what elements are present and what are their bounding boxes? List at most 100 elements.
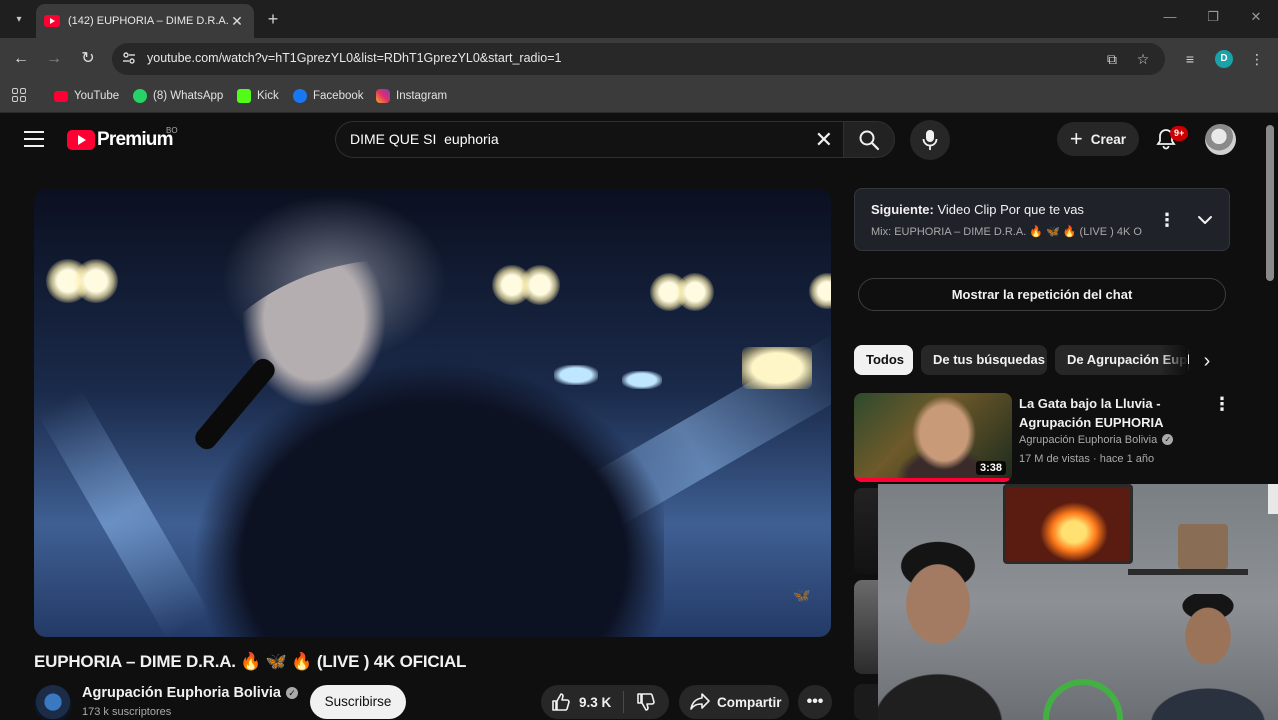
- browser-toolbar: ← → ↻ youtube.com/watch?v=hT1GprezYL0&li…: [0, 38, 1278, 80]
- media-control-icon[interactable]: ≡: [1180, 49, 1200, 69]
- recommendation-thumbnail[interactable]: 3:38: [854, 393, 1012, 482]
- dislike-button[interactable]: [624, 692, 668, 712]
- browser-profile-avatar[interactable]: D: [1215, 50, 1233, 68]
- chevron-right-icon[interactable]: ›: [1196, 350, 1218, 372]
- like-button[interactable]: 9.3 K: [541, 692, 623, 712]
- create-label: Crear: [1090, 131, 1127, 147]
- tab-search-chevron-icon[interactable]: ▾: [8, 8, 30, 30]
- recommendation-title[interactable]: La Gata bajo la Lluvia - Agrupación EUPH…: [1019, 394, 1199, 432]
- share-button[interactable]: Compartir: [679, 685, 789, 719]
- bookmark-kick[interactable]: Kick: [237, 86, 279, 106]
- country-code: BO: [166, 126, 178, 135]
- search-input[interactable]: DIME QUE SI euphoria ✕: [335, 121, 843, 158]
- youtube-logo-icon: [67, 130, 95, 150]
- chip-todos[interactable]: Todos: [854, 345, 913, 375]
- address-bar[interactable]: youtube.com/watch?v=hT1GprezYL0&list=RDh…: [112, 43, 1165, 75]
- bookmark-whatsapp[interactable]: (8) WhatsApp: [133, 86, 223, 106]
- up-next-label: Siguiente:: [871, 202, 934, 217]
- recommendation-menu-kebab-icon[interactable]: ⋮: [1212, 394, 1232, 414]
- thumbs-up-icon: [552, 693, 570, 711]
- channel-avatar[interactable]: [34, 685, 72, 720]
- browser-menu-kebab-icon[interactable]: ⋮: [1247, 49, 1267, 69]
- youtube-favicon-icon: [44, 15, 60, 27]
- up-next-mix: Mix: EUPHORIA – DIME D.R.A. 🔥 🦋 🔥 (LIVE …: [871, 226, 1143, 238]
- chevron-down-icon[interactable]: [1195, 210, 1215, 230]
- stage-light: [676, 273, 714, 311]
- facebook-icon: [293, 89, 307, 103]
- reload-icon[interactable]: ↻: [77, 48, 99, 70]
- bookmark-star-icon[interactable]: ☆: [1134, 50, 1152, 68]
- site-settings-icon[interactable]: [122, 51, 136, 65]
- subscribe-button[interactable]: Suscribirse: [310, 685, 406, 719]
- wall-shelf: [1128, 569, 1248, 575]
- whatsapp-icon: [133, 89, 147, 103]
- more-actions-button[interactable]: •••: [798, 685, 832, 719]
- close-window-icon[interactable]: ✕: [1246, 9, 1266, 25]
- forward-arrow-icon[interactable]: →: [43, 48, 65, 70]
- bookmark-label: Facebook: [313, 90, 364, 102]
- close-tab-icon[interactable]: ✕: [228, 13, 246, 30]
- verified-badge-icon: ✓: [286, 687, 298, 699]
- streamer-left: [878, 524, 1018, 720]
- account-avatar[interactable]: [1205, 124, 1236, 155]
- voice-search-button[interactable]: [910, 120, 950, 160]
- clear-search-icon[interactable]: ✕: [815, 128, 833, 152]
- install-app-icon[interactable]: ⧉: [1103, 50, 1121, 68]
- search-query-text[interactable]: DIME QUE SI euphoria: [350, 131, 499, 147]
- recommendation-channel-text[interactable]: Agrupación Euphoria Bolivia: [1019, 434, 1157, 446]
- show-chat-replay-button[interactable]: Mostrar la repetición del chat: [858, 278, 1226, 311]
- create-button[interactable]: + Crear: [1057, 122, 1139, 156]
- plus-icon: +: [1069, 126, 1083, 151]
- youtube-premium-logo[interactable]: Premium: [67, 129, 174, 151]
- share-label: Compartir: [717, 694, 782, 710]
- up-next-menu-kebab-icon[interactable]: ⋮: [1157, 210, 1177, 230]
- green-chair: [1043, 679, 1123, 720]
- apps-grid-icon[interactable]: [12, 88, 26, 102]
- url-text[interactable]: youtube.com/watch?v=hT1GprezYL0&list=RDh…: [147, 51, 561, 65]
- youtube-icon: [54, 90, 68, 102]
- chip-de-tus-busquedas[interactable]: De tus búsquedas: [921, 345, 1047, 375]
- recommendation-meta: 17 M de vistas · hace 1 año: [1019, 453, 1155, 465]
- verified-badge-icon: ✓: [1162, 434, 1174, 445]
- tab-title: (142) EUPHORIA – DIME D.R.A.: [68, 15, 228, 27]
- butterfly-watermark-icon: 🦋: [793, 587, 811, 603]
- logo-text: Premium: [97, 129, 174, 150]
- bookmarks-bar: YouTube (8) WhatsApp Kick Facebook Insta…: [0, 80, 1278, 113]
- channel-name-text[interactable]: Agrupación Euphoria Bolivia: [82, 685, 281, 701]
- thumbs-down-icon: [637, 693, 656, 711]
- restore-window-icon[interactable]: ❐: [1203, 9, 1223, 25]
- bookmark-youtube[interactable]: YouTube: [54, 86, 119, 106]
- recommendation-thumbnail-partial[interactable]: [854, 488, 878, 574]
- browser-tab-bar: ▾ (142) EUPHORIA – DIME D.R.A. ✕ + — ❐ ✕: [0, 0, 1278, 38]
- up-next-title: Siguiente: Video Clip Por que te vas: [871, 202, 1084, 217]
- browser-tab-active[interactable]: (142) EUPHORIA – DIME D.R.A. ✕: [36, 4, 254, 38]
- window-edge: [1268, 484, 1278, 514]
- hamburger-menu-icon[interactable]: [24, 130, 44, 148]
- recommendation-thumbnail-partial[interactable]: [854, 684, 878, 720]
- minimize-window-icon[interactable]: —: [1160, 9, 1180, 24]
- recommendation-channel[interactable]: Agrupación Euphoria Bolivia ✓: [1019, 434, 1174, 446]
- channel-name[interactable]: Agrupación Euphoria Bolivia ✓: [82, 685, 298, 701]
- bookmark-facebook[interactable]: Facebook: [293, 86, 364, 106]
- page-scrollbar[interactable]: [1266, 125, 1274, 281]
- search-button[interactable]: [843, 121, 895, 158]
- bookmark-label: Instagram: [396, 90, 448, 102]
- stage-panel-light: [742, 347, 812, 389]
- bookmark-instagram[interactable]: Instagram: [376, 86, 447, 106]
- bookmark-label: (8) WhatsApp: [153, 90, 224, 102]
- subscriber-count: 173 k suscriptores: [82, 706, 172, 718]
- video-duration-badge: 3:38: [975, 461, 1006, 475]
- recommendation-thumbnail-partial[interactable]: [854, 580, 878, 674]
- watch-progress-bar: [854, 478, 1009, 482]
- back-arrow-icon[interactable]: ←: [10, 48, 32, 70]
- notification-count-badge: 9+: [1170, 126, 1189, 141]
- chip-fade: [1160, 345, 1188, 375]
- search-icon: [859, 130, 880, 151]
- new-tab-button[interactable]: +: [262, 8, 284, 30]
- share-arrow-icon: [690, 693, 710, 710]
- tv-fireplace-screen: [1003, 484, 1133, 564]
- up-next-card[interactable]: Siguiente: Video Clip Por que te vas Mix…: [854, 188, 1230, 251]
- up-next-video-title: Video Clip Por que te vas: [937, 202, 1084, 217]
- video-player[interactable]: 🦋: [34, 189, 831, 637]
- performer-silhouette: [184, 259, 664, 637]
